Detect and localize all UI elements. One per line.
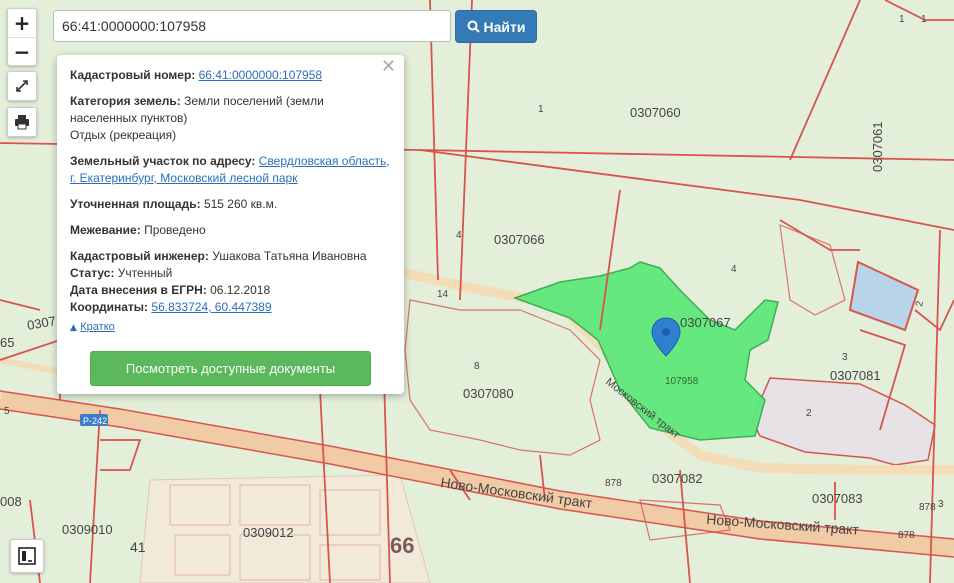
- date-row: Дата внесения в ЕГРН: 06.12.2018: [70, 282, 390, 299]
- address-label: Земельный участок по адресу:: [70, 154, 256, 168]
- svg-text:0307067: 0307067: [680, 315, 731, 330]
- route-badge: Р-242: [80, 414, 108, 426]
- svg-text:0307081: 0307081: [830, 368, 881, 383]
- svg-text:1: 1: [921, 14, 927, 25]
- svg-text:0307082: 0307082: [652, 471, 703, 486]
- view-documents-button[interactable]: Посмотреть доступные документы: [90, 351, 371, 386]
- svg-text:1: 1: [538, 104, 544, 115]
- address-row: Земельный участок по адресу: Свердловска…: [70, 153, 390, 187]
- find-button[interactable]: Найти: [455, 10, 537, 43]
- engineer-label: Кадастровый инженер:: [70, 249, 209, 263]
- svg-text:2: 2: [806, 408, 812, 419]
- svg-text:3: 3: [938, 499, 944, 510]
- svg-text:878: 878: [605, 478, 622, 489]
- status-row: Статус: Учтенный: [70, 265, 390, 282]
- survey-row: Межевание: Проведено: [70, 222, 390, 239]
- date-value: 06.12.2018: [210, 283, 271, 297]
- survey-value: Проведено: [144, 223, 206, 237]
- svg-text:14: 14: [437, 289, 449, 300]
- print-button[interactable]: [7, 107, 37, 137]
- svg-text:1: 1: [899, 14, 905, 25]
- svg-text:Р-242: Р-242: [83, 416, 107, 426]
- area-label: Уточненная площадь:: [70, 197, 201, 211]
- engineer-row: Кадастровый инженер: Ушакова Татьяна Ива…: [70, 248, 390, 265]
- svg-text:107958: 107958: [665, 376, 699, 387]
- svg-text:3: 3: [842, 352, 848, 363]
- svg-text:0307061: 0307061: [870, 121, 885, 172]
- svg-text:008: 008: [0, 494, 22, 509]
- date-label: Дата внесения в ЕГРН:: [70, 283, 207, 297]
- svg-text:0307080: 0307080: [463, 386, 514, 401]
- category-use: Отдых (рекреация): [70, 128, 177, 142]
- svg-text:878: 878: [919, 502, 936, 513]
- cadastral-number-link[interactable]: 66:41:0000000:107958: [199, 68, 322, 82]
- svg-text:65: 65: [0, 335, 14, 350]
- svg-text:4: 4: [731, 264, 737, 275]
- svg-text:66: 66: [390, 533, 414, 558]
- search-input[interactable]: [53, 10, 451, 42]
- engineer-value: Ушакова Татьяна Ивановна: [212, 249, 367, 263]
- svg-text:4: 4: [456, 230, 462, 241]
- svg-text:8: 8: [474, 361, 480, 372]
- fullscreen-button[interactable]: [7, 71, 37, 101]
- coords-label: Координаты:: [70, 300, 149, 314]
- zoom-out-button[interactable]: −: [8, 38, 36, 66]
- printer-icon: [15, 115, 29, 130]
- svg-text:41: 41: [130, 539, 146, 555]
- chevron-up-icon: ▲: [70, 323, 77, 333]
- svg-text:0309012: 0309012: [243, 525, 294, 540]
- survey-label: Межевание:: [70, 223, 141, 237]
- svg-text:0307060: 0307060: [630, 105, 681, 120]
- svg-text:878: 878: [898, 530, 915, 541]
- status-value: Учтенный: [117, 266, 173, 280]
- status-label: Статус:: [70, 266, 115, 280]
- legend-button[interactable]: [10, 539, 44, 573]
- short-toggle[interactable]: ▲ Кратко: [70, 317, 390, 337]
- area-value: 515 260 кв.м.: [203, 197, 278, 211]
- svg-text:0309010: 0309010: [62, 522, 113, 537]
- svg-text:0307083: 0307083: [812, 491, 863, 506]
- find-button-label: Найти: [483, 18, 526, 35]
- svg-text:5: 5: [4, 406, 10, 417]
- area-row: Уточненная площадь: 515 260 кв.м.: [70, 196, 390, 213]
- close-icon[interactable]: ✕: [381, 58, 396, 76]
- category-label: Категория земель:: [70, 94, 181, 108]
- cadastral-number-row: Кадастровый номер: 66:41:0000000:107958: [70, 67, 390, 84]
- zoom-in-button[interactable]: +: [8, 9, 36, 38]
- svg-text:0307066: 0307066: [494, 232, 545, 247]
- legend-icon: [18, 547, 36, 565]
- short-link[interactable]: Кратко: [80, 319, 115, 336]
- coords-link[interactable]: 56.833724, 60.447389: [151, 300, 271, 314]
- category-row: Категория земель: Земли поселений (земли…: [70, 93, 390, 144]
- zoom-control: + −: [7, 8, 37, 66]
- search-icon: [467, 20, 480, 33]
- coords-row: Координаты: 56.833724, 60.447389: [70, 299, 390, 316]
- parcel-info-popup: ✕ Кадастровый номер: 66:41:0000000:10795…: [57, 55, 404, 394]
- cadastral-number-label: Кадастровый номер:: [70, 68, 196, 82]
- expand-icon: [16, 80, 28, 92]
